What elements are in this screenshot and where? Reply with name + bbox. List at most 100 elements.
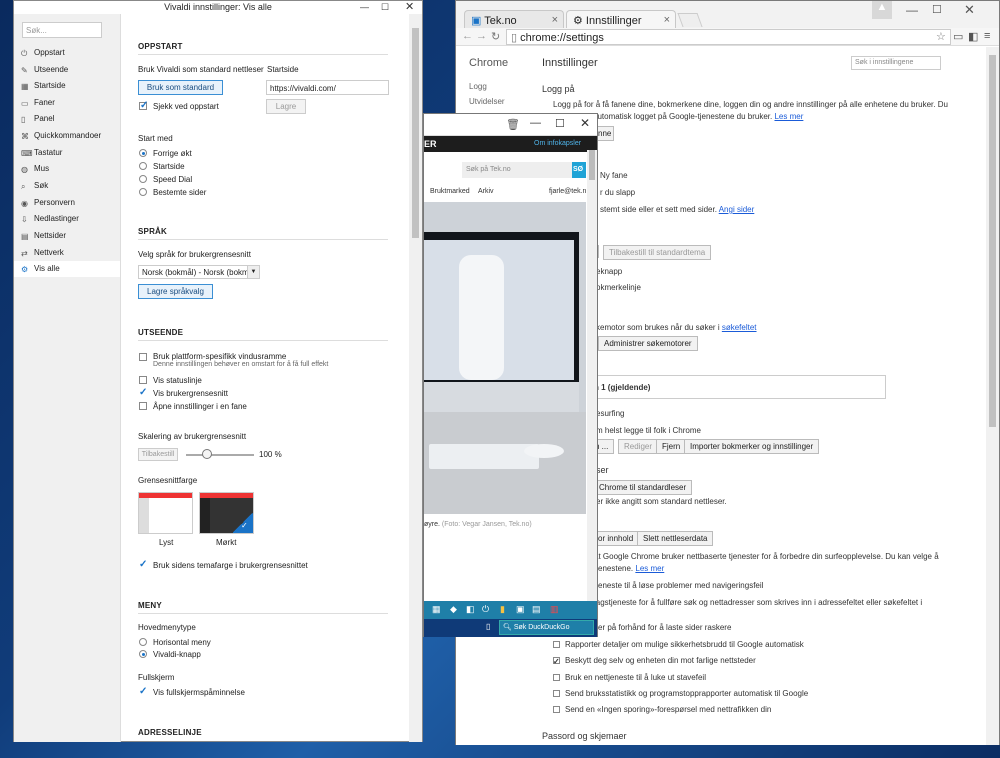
scrollbar-thumb[interactable] [989,55,996,427]
theme-light-swatch[interactable] [138,492,193,534]
privacy-option[interactable]: ser på forhånd for å laste sider raskere [594,623,731,632]
privacy-checkbox[interactable] [553,706,560,713]
tab-tek[interactable]: ▣ Tek.no × [464,10,564,29]
app-icon[interactable]: ▤ [532,604,541,615]
import-bookmarks-button[interactable]: Importer bokmerker og innstillinger [684,439,820,454]
star-icon[interactable]: ☆ [936,30,946,43]
close-tab-icon[interactable]: × [664,14,670,26]
sidebar-item-vis-alle[interactable]: ⚙ Vis alle [14,261,120,277]
radio-homepage[interactable] [139,162,147,170]
close-tab-icon[interactable]: × [552,14,558,26]
app-icon[interactable]: ▦ [432,604,441,615]
address-bar[interactable]: ▯ chrome://settings [506,29,951,45]
set-pages-link[interactable]: Angi sider [719,205,755,214]
show-home-button[interactable]: eknapp [596,267,622,276]
sidebar-item-tastatur[interactable]: ⌨ Tastatur [14,145,120,161]
forward-icon[interactable]: → [476,30,487,42]
homepage-input[interactable]: https://vivaldi.com/ [266,80,389,95]
platform-frame-checkbox[interactable] [139,353,147,361]
theme-dark-swatch[interactable]: ✓ [199,492,254,534]
scrollbar-thumb[interactable] [589,150,595,180]
nav-arkiv[interactable]: Arkiv [478,188,494,195]
sidebar-item-oppstart[interactable]: ⏻ Oppstart [14,45,120,61]
cookie-link[interactable]: Om infokapsler [534,140,581,147]
privacy-option[interactable]: Rapporter detaljer om mulige sikkerhetsb… [565,640,804,649]
tek-scrollbar[interactable] [587,150,597,636]
privacy-option[interactable]: Beskytt deg selv og enheten din mot farl… [565,656,756,665]
tek-search-input[interactable]: Søk på Tek.no [462,162,572,178]
close-icon[interactable]: ✕ [405,1,414,14]
sidebar-item-nettverk[interactable]: ⇄ Nettverk [14,245,120,261]
privacy-checkbox[interactable] [553,690,560,697]
privacy-option[interactable]: Bruk en nettjeneste til å luke ut stavef… [565,673,706,682]
sidebar-item-nedlastinger[interactable]: ⇩ Nedlastinger [14,211,120,227]
app-icon[interactable]: ◧ [466,604,475,615]
trash-icon[interactable]: 🗑 [506,118,520,131]
sidebar-item-mus[interactable]: ◍ Mus [14,161,120,177]
new-tab-button[interactable] [677,13,703,27]
extension-icon[interactable]: ◧ [968,30,978,43]
radio-horizontal-menu[interactable] [139,638,147,646]
sidebar-item-nettsider[interactable]: ▤ Nettsider [14,228,120,244]
privacy-learn-more-link[interactable]: Les mer [635,564,664,573]
privacy-option[interactable]: tjeneste til å løse problemer med navige… [594,581,763,590]
open-in-tab-checkbox[interactable] [139,402,147,410]
tek-search-button[interactable]: SØ [572,162,586,178]
check-startup-checkbox[interactable]: ✓ [139,101,148,111]
save-homepage-button[interactable]: Lagre [266,99,306,114]
close-icon[interactable]: ✕ [580,116,590,130]
privacy-option[interactable]: Send en «Ingen sporing»-forespørsel med … [565,705,771,714]
sidebar-item-sok[interactable]: ⌕ Søk [14,178,120,194]
chrome-scrollbar[interactable] [986,47,999,745]
settings-scrollbar[interactable] [409,14,422,742]
nav-bruktmarked[interactable]: Bruktmarked [430,188,470,195]
startup-continue[interactable]: r du slapp [600,188,635,197]
edit-person-button[interactable]: Rediger [618,439,659,454]
sidebar-item-faner[interactable]: ▭ Faner [14,95,120,111]
omnibox-link[interactable]: søkefeltet [722,323,757,332]
maximize-icon[interactable]: ☐ [381,1,389,14]
startup-new-tab[interactable]: Ny fane [600,171,628,180]
set-default-button[interactable]: Bruk som standard [138,80,223,95]
statusbar-checkbox[interactable] [139,376,147,384]
back-icon[interactable]: ← [462,30,473,42]
learn-more-link[interactable]: Les mer [774,112,803,121]
sidebar-item-startside[interactable]: ▦ Startside [14,78,120,94]
radio-last-session[interactable] [139,149,147,157]
maximize-icon[interactable]: ☐ [555,117,565,130]
side-item-extensions[interactable]: Utvidelser [469,97,505,106]
user-profile-icon[interactable]: ▲ [872,1,892,19]
maximize-icon[interactable]: ☐ [932,3,942,16]
make-default-button[interactable]: Chrome til standardleser [593,480,693,495]
reload-icon[interactable]: ↻ [491,30,500,43]
privacy-option[interactable]: Send bruksstatistikk og programstopprapp… [565,689,808,698]
app-icon[interactable]: ▮ [500,604,505,615]
settings-search-input[interactable]: Søk i innstillingene [851,56,941,70]
app-icon[interactable]: ◆ [450,604,457,615]
language-select[interactable]: Norsk (bokmål) - Norsk (bokm ▼ [138,265,260,279]
remove-person-button[interactable]: Fjern [656,439,687,454]
ui-checkbox[interactable]: ✓ [139,388,147,398]
privacy-option[interactable]: lagstjeneste for å fullføre søk og netta… [594,598,922,607]
menu-icon[interactable]: ≡ [984,30,990,42]
guest-browsing[interactable]: esurfing [596,409,624,418]
manage-search-engines-button[interactable]: Administrer søkemotorer [598,336,698,351]
user-email[interactable]: fjarle@tek.n [549,188,586,195]
clear-data-button[interactable]: Slett nettleserdata [637,531,714,546]
scrollbar-thumb[interactable] [412,28,419,238]
show-bookmarks-bar[interactable]: okmerkelinje [596,283,641,292]
settings-search-input[interactable]: Søk... [22,22,102,38]
duckduckgo-search[interactable]: 🔍︎ Søk DuckDuckGo [499,620,594,635]
sidebar-item-personvern[interactable]: ◉ Personvern [14,195,120,211]
minimize-icon[interactable]: — [530,117,541,129]
privacy-checkbox[interactable] [553,674,560,681]
power-icon[interactable]: ⏻ [482,604,489,615]
radio-vivaldi-button[interactable] [139,650,147,658]
side-item-history[interactable]: Logg [469,82,487,91]
close-icon[interactable]: ✕ [964,2,975,18]
app-icon[interactable]: ▣ [516,604,525,615]
reset-scale-button[interactable]: Tilbakestill [138,448,178,461]
bookmark-icon[interactable]: ▯ [486,622,490,631]
sidebar-item-utseende[interactable]: ✎ Utseende [14,62,120,78]
add-person-setting[interactable]: m helst legge til folk i Chrome [596,426,701,435]
